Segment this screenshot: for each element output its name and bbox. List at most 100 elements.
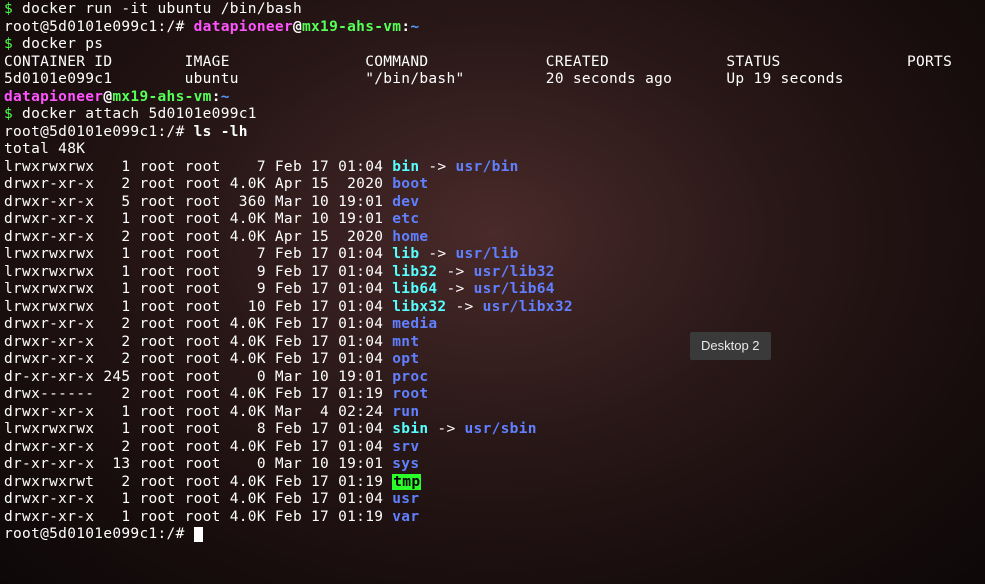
prompt-colon: : bbox=[401, 19, 410, 35]
ls-meta: drwxr-xr-x 2 root root 4.0K Feb 17 01:04 bbox=[4, 316, 392, 332]
cmd-text: docker run -it ubuntu /bin/bash bbox=[13, 1, 302, 17]
ls-entry: lrwxrwxrwx 1 root root 7 Feb 17 01:04 bi… bbox=[4, 159, 985, 177]
ls-entry: drwxrwxrwt 2 root root 4.0K Feb 17 01:19… bbox=[4, 474, 985, 492]
ls-name: proc bbox=[392, 369, 428, 385]
ls-name: media bbox=[392, 316, 437, 332]
ls-name: mnt bbox=[392, 334, 419, 350]
ls-meta: drwxr-xr-x 1 root root 4.0K Mar 10 19:01 bbox=[4, 211, 392, 227]
ls-meta: drwx------ 2 root root 4.0K Feb 17 01:19 bbox=[4, 386, 392, 402]
root-prompt: root@5d0101e099c1:/# bbox=[4, 19, 185, 35]
ls-entry: drwxr-xr-x 1 root root 4.0K Mar 10 19:01… bbox=[4, 211, 985, 229]
ls-name: libx32 bbox=[392, 299, 446, 315]
prompt-tilde: ~ bbox=[221, 89, 230, 105]
prompt-line-2: datapioneer@mx19-ahs-vm:~ bbox=[4, 89, 985, 107]
prompt-at: @ bbox=[293, 19, 302, 35]
ls-arrow: -> bbox=[428, 421, 464, 437]
ls-name: dev bbox=[392, 194, 419, 210]
ls-meta: drwxrwxrwt 2 root root 4.0K Feb 17 01:19 bbox=[4, 474, 392, 490]
ls-meta: drwxr-xr-x 1 root root 4.0K Feb 17 01:04 bbox=[4, 491, 392, 507]
prompt-colon: : bbox=[212, 89, 221, 105]
ls-entry: lrwxrwxrwx 1 root root 8 Feb 17 01:04 sb… bbox=[4, 421, 985, 439]
ls-entry: drwxr-xr-x 2 root root 4.0K Feb 17 01:04… bbox=[4, 316, 985, 334]
ls-name: sys bbox=[392, 456, 419, 472]
ls-name: boot bbox=[392, 176, 428, 192]
ls-entry: drwxr-xr-x 2 root root 4.0K Feb 17 01:04… bbox=[4, 351, 985, 369]
ls-meta: dr-xr-xr-x 245 root root 0 Mar 10 19:01 bbox=[4, 369, 392, 385]
ls-entry: drwxr-xr-x 2 root root 4.0K Feb 17 01:04… bbox=[4, 334, 985, 352]
ls-name: lib32 bbox=[392, 264, 437, 280]
ls-arrow: -> bbox=[437, 281, 473, 297]
ls-meta: lrwxrwxrwx 1 root root 8 Feb 17 01:04 bbox=[4, 421, 392, 437]
ls-entry: lrwxrwxrwx 1 root root 10 Feb 17 01:04 l… bbox=[4, 299, 985, 317]
prompt-user: datapioneer bbox=[194, 19, 293, 35]
ls-name: bin bbox=[392, 159, 419, 175]
ls-meta: drwxr-xr-x 1 root root 4.0K Feb 17 01:19 bbox=[4, 509, 392, 525]
ls-entry: drwxr-xr-x 2 root root 4.0K Feb 17 01:04… bbox=[4, 439, 985, 457]
ls-meta: drwxr-xr-x 2 root root 4.0K Feb 17 01:04 bbox=[4, 351, 392, 367]
ls-entry: lrwxrwxrwx 1 root root 9 Feb 17 01:04 li… bbox=[4, 264, 985, 282]
ls-name: home bbox=[392, 229, 428, 245]
ls-target: usr/sbin bbox=[465, 421, 537, 437]
ls-target: usr/bin bbox=[456, 159, 519, 175]
ps-header: CONTAINER ID IMAGE COMMAND CREATED STATU… bbox=[4, 54, 985, 72]
ls-cmd: ls -lh bbox=[185, 124, 248, 140]
terminal-output[interactable]: $ docker run -it ubuntu /bin/bashroot@5d… bbox=[0, 0, 985, 545]
ls-arrow: -> bbox=[419, 159, 455, 175]
ls-name: srv bbox=[392, 439, 419, 455]
desktop-tooltip: Desktop 2 bbox=[690, 332, 771, 360]
ls-meta: lrwxrwxrwx 1 root root 7 Feb 17 01:04 bbox=[4, 159, 392, 175]
root-prompt-cursor[interactable]: root@5d0101e099c1:/# bbox=[4, 526, 985, 544]
ls-entry: drwxr-xr-x 5 root root 360 Mar 10 19:01 … bbox=[4, 194, 985, 212]
prompt-tilde: ~ bbox=[410, 19, 419, 35]
ls-meta: drwxr-xr-x 2 root root 4.0K Feb 17 01:04 bbox=[4, 439, 392, 455]
prompt-dollar: $ bbox=[4, 36, 13, 52]
ls-entry: dr-xr-xr-x 13 root root 0 Mar 10 19:01 s… bbox=[4, 456, 985, 474]
ls-entry: drwx------ 2 root root 4.0K Feb 17 01:19… bbox=[4, 386, 985, 404]
ls-arrow: -> bbox=[446, 299, 482, 315]
ls-target: usr/lib32 bbox=[474, 264, 555, 280]
ls-target: usr/lib bbox=[456, 246, 519, 262]
ps-row: 5d0101e099c1 ubuntu "/bin/bash" 20 secon… bbox=[4, 71, 985, 89]
ls-meta: lrwxrwxrwx 1 root root 9 Feb 17 01:04 bbox=[4, 281, 392, 297]
cmd-line-3: $ docker attach 5d0101e099c1 bbox=[4, 106, 985, 124]
prompt-dollar: $ bbox=[4, 106, 13, 122]
ls-arrow: -> bbox=[437, 264, 473, 280]
ls-entry: lrwxrwxrwx 1 root root 9 Feb 17 01:04 li… bbox=[4, 281, 985, 299]
ls-name: tmp bbox=[392, 474, 421, 490]
ls-meta: drwxr-xr-x 2 root root 4.0K Apr 15 2020 bbox=[4, 176, 392, 192]
ls-meta: lrwxrwxrwx 1 root root 7 Feb 17 01:04 bbox=[4, 246, 392, 262]
prompt-host: mx19-ahs-vm bbox=[302, 19, 401, 35]
ls-entry: drwxr-xr-x 1 root root 4.0K Mar 4 02:24 … bbox=[4, 404, 985, 422]
ls-meta: drwxr-xr-x 1 root root 4.0K Mar 4 02:24 bbox=[4, 404, 392, 420]
prompt-host: mx19-ahs-vm bbox=[112, 89, 211, 105]
root-prompt-ls: root@5d0101e099c1:/# ls -lh bbox=[4, 124, 985, 142]
ls-meta: drwxr-xr-x 5 root root 360 Mar 10 19:01 bbox=[4, 194, 392, 210]
ls-entry: dr-xr-xr-x 245 root root 0 Mar 10 19:01 … bbox=[4, 369, 985, 387]
cmd-line-1: $ docker run -it ubuntu /bin/bash bbox=[4, 1, 985, 19]
root-prompt: root@5d0101e099c1:/# bbox=[4, 526, 185, 542]
ls-name: run bbox=[392, 404, 419, 420]
ls-entry: drwxr-xr-x 1 root root 4.0K Feb 17 01:04… bbox=[4, 491, 985, 509]
ls-name: lib bbox=[392, 246, 419, 262]
ls-entry: drwxr-xr-x 2 root root 4.0K Apr 15 2020 … bbox=[4, 229, 985, 247]
ls-meta: drwxr-xr-x 2 root root 4.0K Apr 15 2020 bbox=[4, 229, 392, 245]
ls-entry: lrwxrwxrwx 1 root root 7 Feb 17 01:04 li… bbox=[4, 246, 985, 264]
ls-target: usr/lib64 bbox=[474, 281, 555, 297]
prompt-dollar: $ bbox=[4, 1, 13, 17]
ls-target: usr/libx32 bbox=[483, 299, 573, 315]
ls-name: sbin bbox=[392, 421, 428, 437]
ls-name: var bbox=[392, 509, 419, 525]
cmd-line-2: $ docker ps bbox=[4, 36, 985, 54]
ls-name: etc bbox=[392, 211, 419, 227]
ls-meta: dr-xr-xr-x 13 root root 0 Mar 10 19:01 bbox=[4, 456, 392, 472]
ls-meta: lrwxrwxrwx 1 root root 9 Feb 17 01:04 bbox=[4, 264, 392, 280]
ls-entry: drwxr-xr-x 1 root root 4.0K Feb 17 01:19… bbox=[4, 509, 985, 527]
cmd-text: docker attach 5d0101e099c1 bbox=[13, 106, 257, 122]
cursor bbox=[194, 527, 203, 542]
ls-meta: drwxr-xr-x 2 root root 4.0K Feb 17 01:04 bbox=[4, 334, 392, 350]
ls-meta: lrwxrwxrwx 1 root root 10 Feb 17 01:04 bbox=[4, 299, 392, 315]
cmd-text: docker ps bbox=[13, 36, 103, 52]
ls-entry: drwxr-xr-x 2 root root 4.0K Apr 15 2020 … bbox=[4, 176, 985, 194]
ls-arrow: -> bbox=[419, 246, 455, 262]
prompt-user: datapioneer bbox=[4, 89, 103, 105]
